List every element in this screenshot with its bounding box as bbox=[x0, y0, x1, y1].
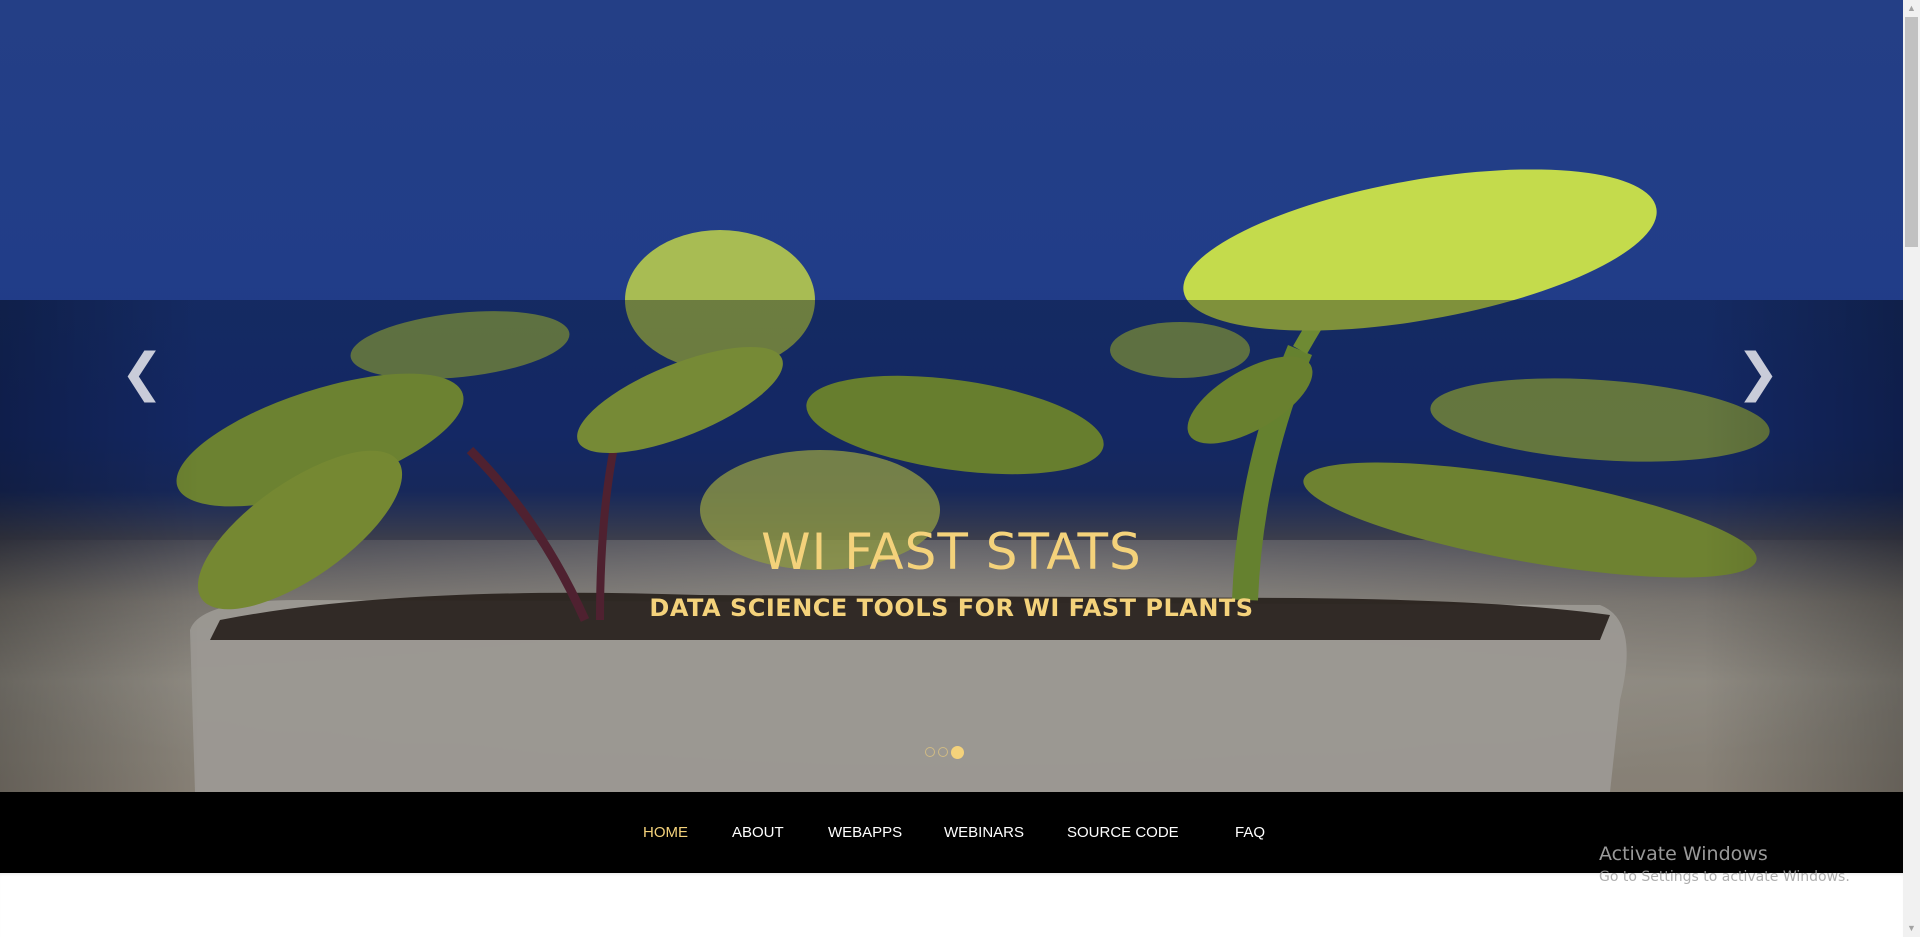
chevron-right-icon: ❯ bbox=[1736, 343, 1780, 403]
hero-carousel: ❮ ❯ WI FAST STATS DATA SCIENCE TOOLS FOR… bbox=[0, 0, 1903, 792]
nav-item-about[interactable]: ABOUT bbox=[732, 792, 784, 873]
carousel-prev-button[interactable]: ❮ bbox=[112, 338, 172, 408]
carousel-indicator-2[interactable] bbox=[938, 747, 948, 757]
browser-viewport: ❮ ❯ WI FAST STATS DATA SCIENCE TOOLS FOR… bbox=[0, 0, 1903, 937]
carousel-indicator-3[interactable] bbox=[951, 745, 964, 759]
nav-item-faq[interactable]: FAQ bbox=[1235, 792, 1265, 873]
carousel-indicator-1[interactable] bbox=[925, 747, 935, 757]
page-content-area bbox=[0, 873, 1903, 937]
scroll-down-arrow-icon[interactable]: ▼ bbox=[1903, 920, 1920, 937]
scroll-up-arrow-icon[interactable]: ▲ bbox=[1903, 0, 1920, 17]
carousel-indicators bbox=[925, 745, 979, 759]
nav-item-home[interactable]: HOME bbox=[643, 792, 688, 873]
page: ❮ ❯ WI FAST STATS DATA SCIENCE TOOLS FOR… bbox=[0, 0, 1920, 937]
hero-subtitle: DATA SCIENCE TOOLS FOR WI FAST PLANTS bbox=[649, 594, 1254, 622]
scrollbar-thumb[interactable] bbox=[1905, 17, 1918, 247]
chevron-left-icon: ❮ bbox=[120, 343, 164, 403]
nav-item-webinars[interactable]: WEBINARS bbox=[944, 792, 1024, 873]
nav-item-source-code[interactable]: SOURCE CODE bbox=[1067, 792, 1179, 873]
carousel-next-button[interactable]: ❯ bbox=[1728, 338, 1788, 408]
hero-title: WI FAST STATS bbox=[761, 523, 1142, 581]
nav-item-webapps[interactable]: WEBAPPS bbox=[828, 792, 902, 873]
main-navbar: HOME ABOUT WEBAPPS WEBINARS SOURCE CODE … bbox=[0, 792, 1903, 873]
vertical-scrollbar[interactable]: ▲ ▼ bbox=[1903, 0, 1920, 937]
nav-list: HOME ABOUT WEBAPPS WEBINARS SOURCE CODE … bbox=[0, 792, 1903, 873]
